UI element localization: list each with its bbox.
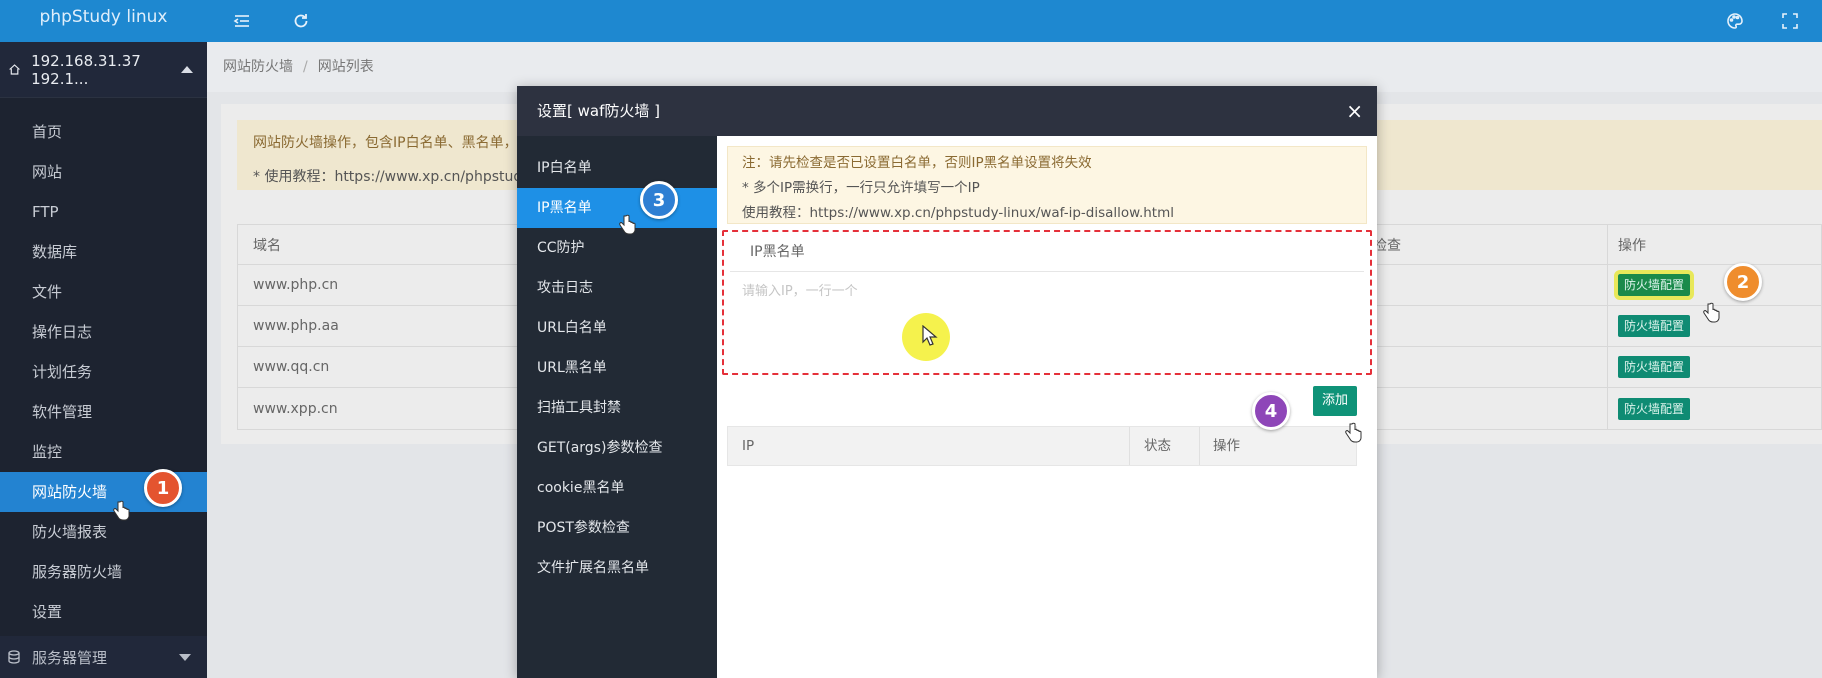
blacklist-hint: 注：请先检查是否已设置白名单，否则IP黑名单设置将失效 * 多个IP需换行，一行… <box>727 146 1367 224</box>
sidebar: 192.168.31.37 192.1... 首页 网站 FTP 数据库 文件 … <box>0 42 207 678</box>
ip-blacklist-box: IP黑名单 <box>722 230 1372 375</box>
tab-scan-tool-ban[interactable]: 扫描工具封禁 <box>517 388 717 428</box>
step-badge-1: 1 <box>144 469 182 507</box>
ip-header-ip: IP <box>742 438 755 454</box>
database-icon <box>8 650 20 664</box>
caret-down-icon <box>179 653 191 661</box>
row-domain: www.php.aa <box>253 318 339 334</box>
sidebar-item-settings[interactable]: 设置 <box>0 592 207 632</box>
app-logo: phpStudy linux <box>0 0 207 42</box>
sidebar-item-software[interactable]: 软件管理 <box>0 392 207 432</box>
sidebar-item-monitor[interactable]: 监控 <box>0 432 207 472</box>
sidebar-item-server-firewall[interactable]: 服务器防火墙 <box>0 552 207 592</box>
hint-line-2: * 多个IP需换行，一行只允许填写一个IP <box>742 180 980 196</box>
breadcrumb-current: 网站列表 <box>317 59 374 75</box>
breadcrumb: 网站防火墙 / 网站列表 <box>207 42 1822 92</box>
ip-header-status: 状态 <box>1144 438 1171 454</box>
tab-post-args-check[interactable]: POST参数检查 <box>517 508 717 548</box>
ip-table-divider <box>1199 427 1200 465</box>
ip-table-divider <box>1129 427 1130 465</box>
step-badge-3: 3 <box>640 181 678 219</box>
ip-blacklist-title: IP黑名单 <box>730 232 1364 272</box>
ip-table-header: IP 状态 操作 <box>727 426 1357 466</box>
tab-get-args-check[interactable]: GET(args)参数检查 <box>517 428 717 468</box>
firewall-config-button[interactable]: 防火墙配置 <box>1613 270 1695 300</box>
header-domain: 域名 <box>253 237 281 254</box>
theme-palette-icon[interactable] <box>1715 0 1755 42</box>
tab-file-extension-blacklist[interactable]: 文件扩展名黑名单 <box>517 548 717 588</box>
sidebar-item-ftp[interactable]: FTP <box>0 192 207 232</box>
sidebar-item-firewall-report[interactable]: 防火墙报表 <box>0 512 207 552</box>
row-domain: www.php.cn <box>253 277 339 293</box>
modal-header: 设置[ waf防火墙 ] × <box>517 86 1377 136</box>
tab-ip-whitelist[interactable]: IP白名单 <box>517 148 717 188</box>
tab-url-whitelist[interactable]: URL白名单 <box>517 308 717 348</box>
sidebar-item-database[interactable]: 数据库 <box>0 232 207 272</box>
firewall-config-button[interactable]: 防火墙配置 <box>1618 397 1691 420</box>
caret-up-icon <box>181 66 193 73</box>
row-domain: www.qq.cn <box>253 359 330 375</box>
waf-settings-modal: 设置[ waf防火墙 ] × IP白名单 IP黑名单 CC防护 攻击日志 URL… <box>517 86 1377 678</box>
hand-cursor-icon <box>1703 302 1720 323</box>
firewall-config-button[interactable]: 防火墙配置 <box>1618 315 1691 337</box>
modal-title: 设置[ waf防火墙 ] <box>537 102 660 120</box>
sidebar-item-scheduled-tasks[interactable]: 计划任务 <box>0 352 207 392</box>
host-label: 192.168.31.37 192.1... <box>31 51 141 88</box>
ip-blacklist-input[interactable] <box>730 274 1364 368</box>
modal-nav: IP白名单 IP黑名单 CC防护 攻击日志 URL白名单 URL黑名单 扫描工具… <box>517 136 717 678</box>
header-check: 检查 <box>1373 237 1401 254</box>
tab-ip-blacklist[interactable]: IP黑名单 <box>517 188 717 228</box>
hand-cursor-icon <box>113 500 130 521</box>
row-domain: www.xpp.cn <box>253 400 338 417</box>
refresh-icon[interactable] <box>281 0 321 42</box>
top-bar: phpStudy linux <box>0 0 1822 42</box>
header-operation: 操作 <box>1618 237 1646 254</box>
firewall-config-button[interactable]: 防火墙配置 <box>1618 356 1691 378</box>
sidebar-item-files[interactable]: 文件 <box>0 272 207 312</box>
hint-line-3: 使用教程：https://www.xp.cn/phpstudy-linux/wa… <box>742 205 1174 221</box>
tab-attack-log[interactable]: 攻击日志 <box>517 268 717 308</box>
hint-line-1: 注：请先检查是否已设置白名单，否则IP黑名单设置将失效 <box>742 155 1092 171</box>
sidebar-item-home[interactable]: 首页 <box>0 112 207 152</box>
tab-url-blacklist[interactable]: URL黑名单 <box>517 348 717 388</box>
add-button[interactable]: 添加 <box>1313 386 1357 416</box>
breadcrumb-separator: / <box>303 59 308 75</box>
server-management-label: 服务器管理 <box>32 648 108 667</box>
fullscreen-icon[interactable] <box>1770 0 1810 42</box>
host-selector[interactable]: 192.168.31.37 192.1... <box>0 42 207 98</box>
hand-cursor-icon <box>1345 422 1362 443</box>
step-badge-2: 2 <box>1724 263 1762 301</box>
sidebar-menu: 首页 网站 FTP 数据库 文件 操作日志 计划任务 软件管理 监控 网站防火墙… <box>0 98 207 632</box>
ip-header-operation: 操作 <box>1213 438 1240 454</box>
home-icon <box>9 64 20 75</box>
arrow-cursor-icon <box>922 325 938 346</box>
sidebar-item-operation-log[interactable]: 操作日志 <box>0 312 207 352</box>
tab-cc-protection[interactable]: CC防护 <box>517 228 717 268</box>
tab-cookie-blacklist[interactable]: cookie黑名单 <box>517 468 717 508</box>
step-badge-4: 4 <box>1252 392 1290 430</box>
close-icon[interactable]: × <box>1346 86 1363 136</box>
server-management-toggle[interactable]: 服务器管理 <box>0 636 207 678</box>
breadcrumb-root[interactable]: 网站防火墙 <box>223 59 293 75</box>
menu-fold-icon[interactable] <box>222 0 262 42</box>
hand-cursor-icon <box>619 214 636 235</box>
sidebar-item-website[interactable]: 网站 <box>0 152 207 192</box>
